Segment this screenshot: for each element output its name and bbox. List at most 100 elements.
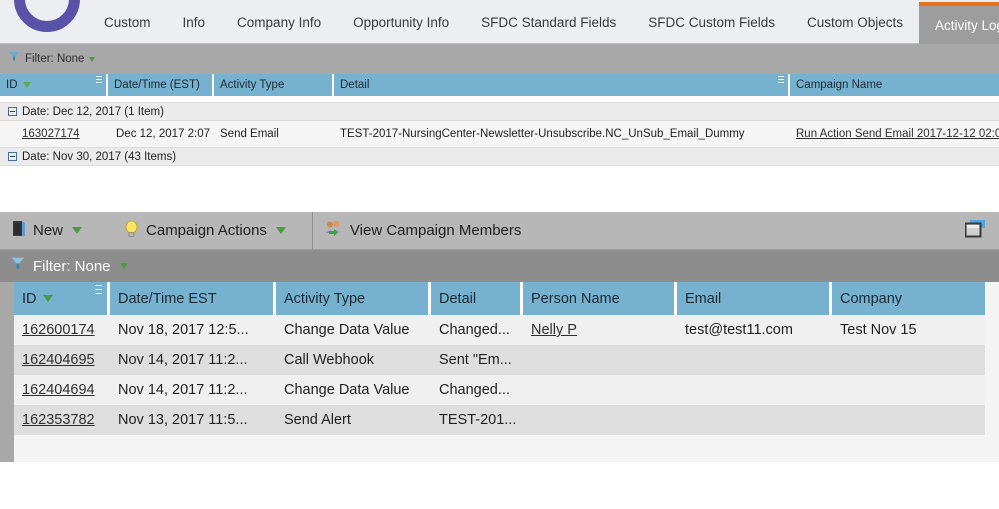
panel-toggle-button[interactable]: [953, 212, 999, 250]
cell-person-name: [523, 405, 677, 435]
cell-activity-type: Call Webhook: [276, 345, 431, 375]
cell-company: Test Nov 15: [832, 315, 985, 345]
column-label: Date/Time (EST): [114, 79, 200, 91]
top-filter-label: Filter: None: [25, 53, 85, 65]
sort-desc-icon[interactable]: [22, 82, 31, 88]
tab-activity-log[interactable]: Activity Log: [919, 2, 999, 44]
sort-desc-icon[interactable]: [42, 295, 53, 302]
view-campaign-members-label: View Campaign Members: [349, 222, 522, 239]
column-header-activity-type[interactable]: Activity Type: [214, 74, 334, 96]
table-row[interactable]: 162404695 Nov 14, 2017 11:2... Call Webh…: [14, 345, 985, 375]
tab-opportunity-info[interactable]: Opportunity Info: [337, 0, 465, 44]
activity-id-link[interactable]: 162353782: [22, 412, 95, 428]
column-label: Detail: [340, 79, 370, 91]
cell-datetime: Nov 14, 2017 11:2...: [110, 375, 276, 405]
table-row[interactable]: 163027174 Dec 12, 2017 2:07 ... Send Ema…: [0, 121, 999, 147]
campaign-toolbar: New Campaign Actions View Campaign Membe…: [0, 211, 999, 250]
chevron-down-icon[interactable]: [89, 56, 96, 62]
cell-text: Call Webhook: [284, 352, 375, 368]
cell-datetime: Nov 13, 2017 11:5...: [110, 405, 276, 435]
cell-activity-type: Send Alert: [276, 405, 431, 435]
activity-id-link[interactable]: 162404695: [22, 352, 95, 368]
activity-id-link[interactable]: 163027174: [22, 128, 80, 140]
column-header-datetime[interactable]: Date/Time (EST): [108, 74, 214, 96]
tab-custom-objects[interactable]: Custom Objects: [791, 0, 919, 44]
top-filter-bar[interactable]: Filter: None: [0, 44, 999, 74]
cell-email: [677, 405, 832, 435]
person-name-link[interactable]: Nelly P: [531, 322, 577, 338]
window-panel-icon: [964, 219, 985, 242]
campaign-actions-button[interactable]: Campaign Actions: [112, 212, 298, 250]
column-header-activity-type[interactable]: Activity Type: [276, 282, 431, 315]
cell-text: Send Alert: [284, 412, 351, 428]
column-header-email[interactable]: Email: [677, 282, 832, 315]
cell-id: 162404695: [14, 345, 110, 375]
chevron-down-icon[interactable]: [275, 227, 286, 234]
tab-sfdc-custom-fields[interactable]: SFDC Custom Fields: [632, 0, 791, 44]
column-header-company[interactable]: Company: [832, 282, 985, 315]
group-row-dec-12[interactable]: Date: Dec 12, 2017 (1 Item): [0, 102, 999, 121]
cell-text: Nov 18, 2017 12:5...: [118, 322, 249, 338]
column-label: Activity Type: [220, 79, 285, 91]
column-header-campaign-name[interactable]: Campaign Name: [790, 74, 989, 96]
document-icon: [12, 220, 26, 241]
activity-id-link[interactable]: 162404694: [22, 382, 95, 398]
table-row[interactable]: 162404694 Nov 14, 2017 11:2... Change Da…: [14, 375, 985, 405]
cell-detail: Changed...: [431, 375, 523, 405]
column-header-id[interactable]: ID: [0, 74, 108, 96]
column-header-datetime[interactable]: Date/Time EST: [110, 282, 276, 315]
tab-label: SFDC Custom Fields: [648, 14, 775, 30]
filter-funnel-icon: [10, 255, 27, 277]
chevron-down-icon[interactable]: [119, 263, 128, 269]
table-row[interactable]: 162600174 Nov 18, 2017 12:5... Change Da…: [14, 315, 985, 345]
cell-datetime: Dec 12, 2017 2:07 ...: [108, 121, 214, 147]
group-label: Date: Dec 12, 2017 (1 Item): [22, 105, 164, 118]
view-campaign-members-button[interactable]: View Campaign Members: [313, 212, 533, 250]
tab-company-info[interactable]: Company Info: [221, 0, 337, 44]
table-row[interactable]: 162353782 Nov 13, 2017 11:5... Send Aler…: [14, 405, 985, 435]
purple-circle-logo: [14, 0, 80, 32]
activity-id-link[interactable]: 162600174: [22, 322, 95, 338]
tab-label: Company Info: [237, 14, 322, 30]
tab-sfdc-standard-fields[interactable]: SFDC Standard Fields: [465, 0, 632, 44]
bottom-filter-bar[interactable]: Filter: None: [0, 250, 999, 282]
cell-campaign-name: Run Action Send Email 2017-12-12 02:0: [790, 121, 999, 147]
column-header-detail[interactable]: Detail: [431, 282, 523, 315]
column-header-detail[interactable]: Detail: [334, 74, 790, 96]
column-label: Email: [685, 290, 722, 307]
column-label: Activity Type: [284, 290, 366, 307]
tab-label: Info: [182, 14, 206, 30]
column-resize-grip[interactable]: [778, 76, 784, 85]
campaign-actions-label: Campaign Actions: [146, 222, 267, 239]
cell-email: [677, 375, 832, 405]
tab-custom[interactable]: Custom: [88, 0, 167, 44]
cell-text: Test Nov 15: [840, 322, 917, 338]
column-header-id[interactable]: ID: [14, 282, 110, 315]
campaign-name-link[interactable]: Run Action Send Email 2017-12-12 02:0: [796, 128, 999, 140]
column-label: Campaign Name: [796, 79, 883, 91]
cell-text: Send Email: [220, 128, 279, 140]
new-button[interactable]: New: [0, 212, 94, 250]
tab-label: Opportunity Info: [353, 14, 450, 30]
column-header-person-name[interactable]: Person Name: [523, 282, 677, 315]
collapse-icon[interactable]: [8, 107, 17, 116]
group-label: Date: Nov 30, 2017 (43 Items): [22, 150, 177, 163]
column-label: Person Name: [531, 290, 620, 307]
new-label: New: [33, 222, 64, 239]
cell-person-name: Nelly P: [523, 315, 677, 345]
cell-text: Change Data Value: [284, 382, 410, 398]
bottom-filter-label: Filter: None: [33, 257, 111, 275]
tab-strip: Custom Info Company Info Opportunity Inf…: [0, 0, 999, 44]
collapse-icon[interactable]: [8, 152, 17, 161]
cell-id: 163027174: [0, 121, 108, 147]
tab-label: Custom Objects: [807, 14, 904, 30]
chevron-down-icon[interactable]: [72, 227, 83, 234]
cell-email: test@test11.com: [677, 315, 832, 345]
cell-text: test@test11.com: [685, 322, 793, 338]
cell-text: Changed...: [439, 382, 510, 398]
tab-info[interactable]: Info: [167, 0, 222, 44]
group-row-nov-30[interactable]: Date: Nov 30, 2017 (43 Items): [0, 147, 999, 166]
bottom-column-header-row: ID Date/Time EST Activity Type Detail Pe…: [14, 282, 985, 315]
column-resize-grip[interactable]: [96, 76, 102, 85]
column-resize-grip[interactable]: [95, 285, 102, 296]
